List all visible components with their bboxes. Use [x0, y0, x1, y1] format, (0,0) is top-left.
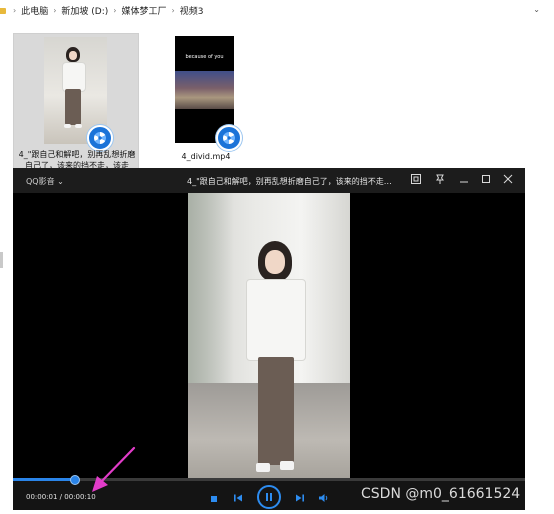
stop-icon[interactable]	[209, 494, 219, 504]
annotation-arrow	[92, 446, 136, 492]
chevron-right-icon: ›	[53, 5, 57, 15]
breadcrumb-item-drive[interactable]: 新加坡 (D:)	[61, 4, 108, 17]
breadcrumb-item-media-folder[interactable]: 媒体梦工厂	[121, 4, 166, 17]
chevron-right-icon: ›	[113, 5, 117, 15]
time-display: 00:00:01 / 00:00:10	[26, 493, 96, 501]
maximize-icon[interactable]	[479, 173, 493, 187]
pause-icon[interactable]	[257, 485, 281, 509]
wall-shadow	[188, 193, 234, 393]
folder-icon	[0, 6, 8, 15]
qq-player-badge-icon	[87, 125, 113, 151]
volume-icon[interactable]	[317, 493, 331, 505]
player-brand-menu[interactable]: QQ影音 ⌄	[26, 176, 64, 187]
file-name[interactable]: 4_divid.mp4	[172, 151, 240, 162]
chevron-down-icon: ⌄	[57, 177, 64, 186]
minimize-icon[interactable]	[457, 173, 471, 187]
street-scene	[175, 71, 234, 109]
chevron-right-icon: ›	[13, 5, 17, 15]
scroll-edge	[0, 252, 3, 268]
pin-icon[interactable]	[433, 173, 447, 187]
screenshot-icon[interactable]	[409, 173, 423, 187]
watermark-text: CSDN @m0_61661524	[361, 486, 521, 502]
video-title: 4_"跟自己和解吧，别再乱想折磨自己了，该来的挡不走，该走...	[187, 177, 397, 186]
video-frame	[188, 193, 350, 478]
close-icon[interactable]	[501, 173, 515, 187]
seek-bar-fill	[13, 478, 74, 481]
next-icon[interactable]	[293, 493, 307, 505]
chevron-right-icon: ›	[171, 5, 175, 15]
breadcrumb: › 此电脑 › 新加坡 (D:) › 媒体梦工厂 › 视频3 ⌄	[0, 0, 554, 20]
breadcrumb-item-video-folder[interactable]: 视频3	[180, 4, 204, 17]
thumbnail-caption: because of you	[185, 54, 224, 60]
chevron-down-icon[interactable]: ⌄	[533, 5, 540, 14]
video-canvas[interactable]	[13, 193, 525, 478]
player-brand-label: QQ影音	[26, 177, 55, 186]
breadcrumb-item-this-pc[interactable]: 此电脑	[21, 4, 48, 17]
seek-handle[interactable]	[70, 475, 80, 485]
previous-icon[interactable]	[231, 493, 245, 505]
player-titlebar[interactable]: QQ影音 ⌄ 4_"跟自己和解吧，别再乱想折磨自己了，该来的挡不走，该走...	[13, 168, 525, 193]
qq-player-badge-icon	[216, 125, 242, 151]
